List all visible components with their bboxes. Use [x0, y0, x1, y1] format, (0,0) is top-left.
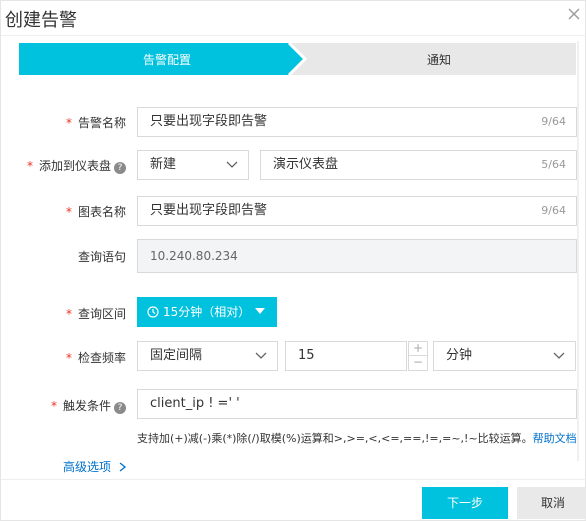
required-mark: * [26, 159, 33, 173]
advanced-options-link[interactable]: 高级选项 [63, 458, 127, 475]
decrement-button[interactable]: − [408, 356, 428, 371]
help-icon[interactable]: ? [114, 402, 126, 414]
dashboard-name-input[interactable]: 演示仪表盘 5/64 [260, 150, 577, 180]
close-icon[interactable] [567, 7, 581, 21]
chart-name-counter: 9/64 [541, 204, 566, 217]
dashboard-label: * 添加到仪表盘? [27, 157, 126, 174]
trigger-input[interactable]: client_ip ! =' ' [137, 389, 577, 419]
required-mark: * [65, 307, 72, 321]
frequency-unit-select[interactable]: 分钟 [433, 341, 576, 371]
increment-button[interactable]: + [408, 341, 428, 356]
step-alert-config[interactable]: 告警配置 [127, 51, 207, 68]
chevron-down-icon [255, 352, 267, 359]
trigger-hint: 支持加(+)减(-)乘(*)除(/)取模(%)运算和>,>=,<,<=,==,!… [137, 432, 577, 445]
query-range-button[interactable]: 15分钟（相对） [137, 297, 277, 327]
dialog-title: 创建告警 [5, 10, 77, 31]
step-progress: 告警配置 通知 [19, 43, 576, 75]
query-input: 10.240.80.234 [137, 239, 577, 273]
check-frequency-label: * 检查频率 [65, 351, 126, 365]
dashboard-select[interactable]: 新建 [137, 150, 249, 180]
required-mark: * [50, 399, 57, 413]
footer-divider [1, 479, 586, 480]
help-icon[interactable]: ? [114, 162, 126, 174]
step-notify[interactable]: 通知 [399, 51, 479, 68]
chevron-down-icon [553, 352, 565, 359]
create-alert-dialog: 创建告警 告警配置 通知 * 告警名称 只要出现字段即告警 9/64 * 添加到仪表… [0, 0, 586, 521]
chart-name-input[interactable]: 只要出现字段即告警 9/64 [137, 196, 577, 226]
dashboard-name-counter: 5/64 [541, 158, 566, 171]
alert-name-label: * 告警名称 [65, 116, 126, 130]
clock-icon [147, 306, 159, 318]
query-range-label: * 查询区间 [65, 307, 126, 321]
alert-name-input[interactable]: 只要出现字段即告警 9/64 [137, 107, 577, 137]
cancel-button[interactable]: 取消 [517, 487, 586, 519]
required-mark: * [65, 351, 72, 365]
help-doc-link[interactable]: 帮助文档 [533, 432, 577, 445]
caret-down-icon [255, 308, 265, 314]
header-divider [1, 35, 586, 36]
frequency-mode-select[interactable]: 固定间隔 [137, 341, 278, 371]
chevron-down-icon [226, 161, 238, 168]
alert-name-counter: 9/64 [541, 115, 566, 128]
required-mark: * [65, 205, 72, 219]
trigger-label: * 触发条件? [51, 397, 126, 414]
next-button[interactable]: 下一步 [422, 487, 508, 519]
chart-name-label: * 图表名称 [65, 205, 126, 219]
query-label: 查询语句 [77, 250, 126, 264]
required-mark: * [65, 116, 72, 130]
chevron-right-icon [119, 462, 126, 472]
frequency-stepper: + − [408, 341, 428, 371]
frequency-number-input[interactable]: 15 [285, 341, 407, 371]
